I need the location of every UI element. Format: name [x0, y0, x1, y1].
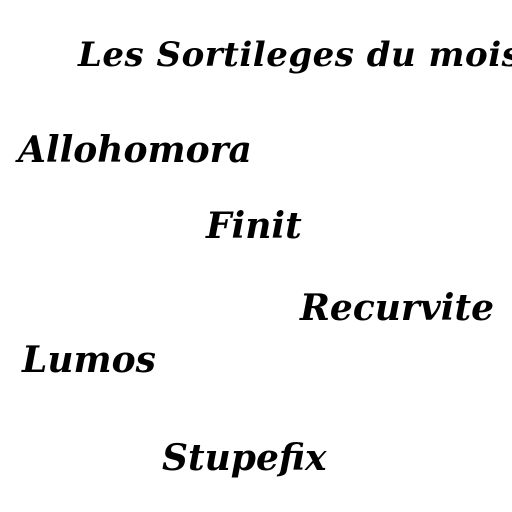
page-title: Les Sortileges du mois	[78, 35, 512, 75]
spell-recurvite: Recurvite	[300, 287, 495, 329]
spell-allohomora: Allohomora	[18, 129, 252, 171]
spell-finit: Finit	[206, 205, 302, 247]
spell-stupefix: Stupefix	[162, 437, 327, 479]
spell-lumos: Lumos	[22, 339, 156, 381]
page-canvas: Les Sortileges du mois Allohomora Finit …	[0, 0, 512, 512]
